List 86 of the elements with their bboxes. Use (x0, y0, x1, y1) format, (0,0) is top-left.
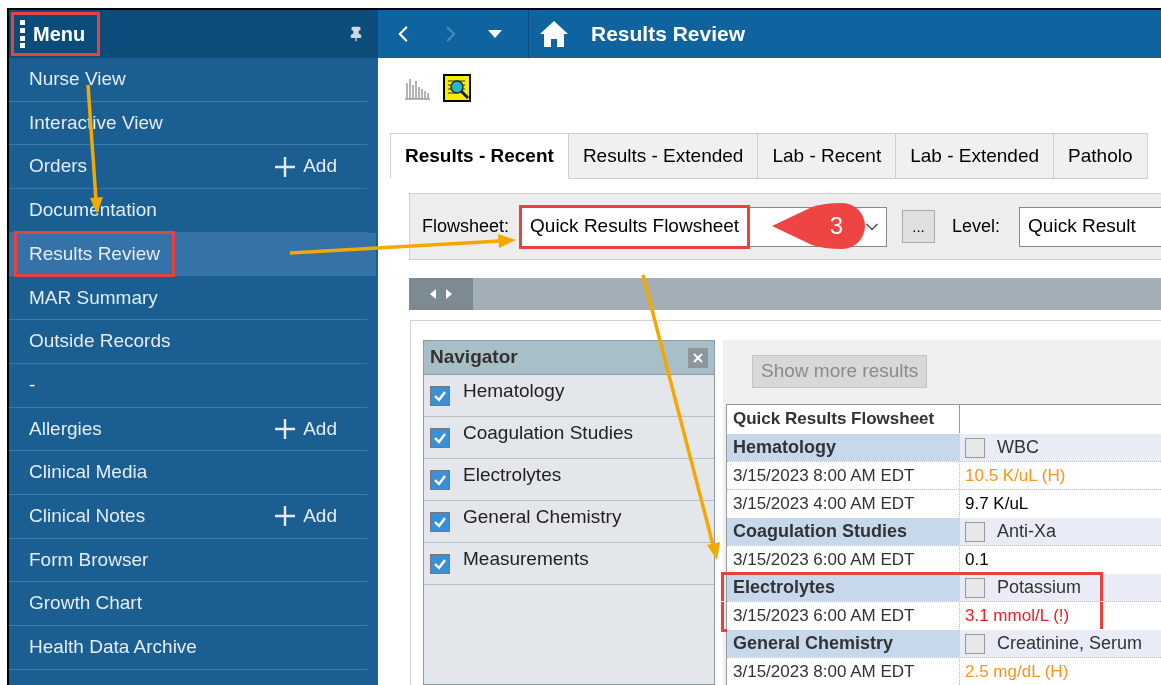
menu-button[interactable]: Menu (11, 12, 101, 56)
navigator-item[interactable]: Measurements (463, 545, 589, 574)
sidebar-item-label: Clinical Media (28, 460, 149, 485)
plus-icon (275, 506, 296, 527)
navigator-title: Navigator (430, 345, 518, 370)
checkbox[interactable] (965, 633, 985, 654)
checkbox[interactable] (430, 385, 450, 406)
sidebar-item-label: Results Review (14, 230, 175, 278)
result-time: 3/15/2023 6:00 AM EDT (727, 546, 960, 573)
sidebar-item-label: Form Browser (28, 547, 150, 572)
group-name: General Chemistry (727, 630, 960, 657)
result-time: 3/15/2023 8:00 AM EDT (727, 462, 960, 489)
home-icon[interactable] (539, 20, 569, 48)
tab[interactable]: Results - Recent (390, 133, 569, 179)
flowsheet-label: Flowsheet: (422, 215, 510, 238)
scroll-left-icon[interactable] (430, 289, 436, 299)
test-name: WBC (997, 436, 1039, 459)
level-dropdown[interactable]: Quick Result (1019, 206, 1161, 247)
sidebar-item[interactable]: Clinical Media (9, 451, 367, 495)
sidebar-item-label: - (28, 372, 37, 397)
sidebar-item[interactable]: - (9, 363, 367, 408)
navigator-item[interactable]: Electrolytes (463, 461, 562, 490)
more-button[interactable]: ... (902, 210, 936, 243)
sidebar-item-label: Orders (28, 154, 89, 179)
tab[interactable]: Lab - Recent (758, 133, 897, 179)
checkbox[interactable] (430, 427, 450, 448)
sidebar-item-label: Growth Chart (28, 591, 143, 616)
dropdown-caret-icon[interactable] (488, 30, 502, 38)
tab[interactable]: Results - Extended (568, 133, 759, 179)
sidebar-item-label: Nurse View (28, 67, 127, 92)
level-label: Level: (952, 215, 1001, 238)
group-name: Hematology (727, 434, 960, 461)
checkbox[interactable] (430, 553, 450, 574)
navigator-item[interactable]: Coagulation Studies (463, 419, 634, 448)
add-link[interactable]: Add (275, 152, 337, 181)
checkbox[interactable] (965, 577, 985, 598)
sidebar-item[interactable]: Results Review (9, 232, 376, 277)
sidebar-item[interactable]: Clinical Notes Add (9, 494, 367, 539)
result-value: 3.1 mmol/L (!) (964, 604, 1070, 627)
search-document-icon[interactable] (443, 74, 471, 102)
pin-icon[interactable] (348, 26, 364, 42)
sidebar-item-label: Documentation (28, 198, 158, 223)
add-link[interactable]: Add (275, 501, 337, 531)
sidebar-item[interactable]: Outside Records (9, 320, 367, 364)
checkbox[interactable] (430, 469, 450, 490)
sidebar-item-label: Outside Records (28, 329, 172, 354)
close-icon (693, 352, 703, 363)
sidebar-item[interactable]: Health Data Archive (9, 625, 367, 670)
result-value: 2.5 mg/dL (H) (964, 660, 1069, 683)
result-value: 0.1 (964, 548, 989, 571)
test-name: Anti-Xa (997, 520, 1057, 543)
result-time: 3/15/2023 4:00 AM EDT (727, 490, 960, 517)
add-link[interactable]: Add (275, 414, 337, 444)
scroll-right-icon[interactable] (446, 289, 452, 299)
sidebar-item-label: Health Data Archive (28, 635, 198, 660)
sidebar-item[interactable]: Form Browser (9, 538, 367, 583)
close-button[interactable] (688, 347, 708, 368)
kebab-icon (20, 20, 25, 48)
page-title: Results Review (591, 21, 746, 48)
sidebar-item[interactable]: Growth Chart (9, 582, 367, 626)
tab[interactable]: Lab - Extended (896, 133, 1055, 179)
result-value: 9.7 K/uL (964, 492, 1029, 515)
sidebar-item[interactable]: Orders Add (9, 145, 367, 190)
checkbox[interactable] (965, 437, 985, 458)
flowsheet-value: Quick Results Flowsheet (519, 204, 751, 249)
result-value: 10.5 K/uL (H) (964, 464, 1066, 487)
result-time: 3/15/2023 6:00 AM EDT (727, 602, 960, 629)
sidebar-item-label: Allergies (28, 416, 103, 441)
sidebar-item[interactable]: MAR Summary (9, 276, 367, 321)
test-name: Potassium (997, 576, 1082, 599)
sidebar-item-label: Clinical Notes (28, 503, 147, 528)
group-name: Coagulation Studies (727, 518, 960, 545)
checkbox[interactable] (430, 511, 450, 532)
tab[interactable]: Patholo (1054, 133, 1148, 179)
plus-icon (275, 418, 296, 439)
test-name: Creatinine, Serum (997, 632, 1143, 655)
result-time: 3/15/2023 8:00 AM EDT (727, 658, 960, 685)
column-header: Quick Results Flowsheet (727, 405, 960, 433)
navigator-item[interactable]: General Chemistry (463, 503, 622, 532)
sidebar-item[interactable]: Allergies Add (9, 407, 367, 452)
sidebar-item-label: MAR Summary (28, 285, 159, 310)
checkbox[interactable] (965, 521, 985, 542)
plus-icon (275, 156, 296, 177)
navigator-item[interactable]: Hematology (463, 377, 565, 406)
sidebar-item[interactable]: Nurse View (9, 58, 367, 102)
group-name: Electrolytes (727, 574, 960, 601)
